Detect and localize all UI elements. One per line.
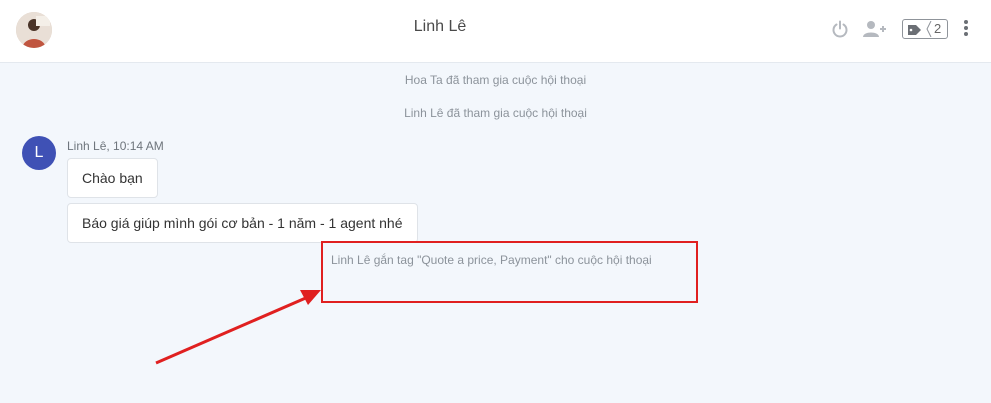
annotation-arrow: [155, 290, 321, 365]
